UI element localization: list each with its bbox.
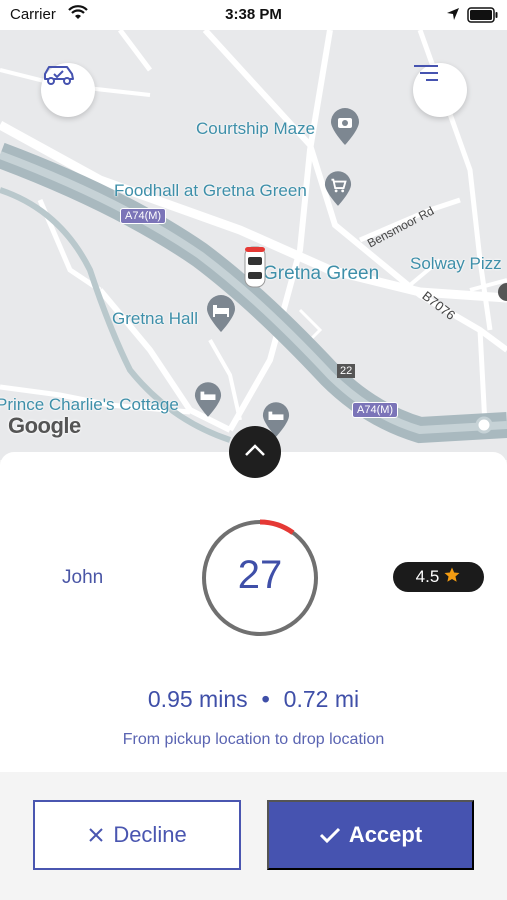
map-label-gretna-green: Gretna Green bbox=[263, 263, 380, 284]
road-badge-a74m: A74(M) bbox=[120, 208, 167, 224]
rating-value: 4.5 bbox=[415, 567, 440, 586]
accept-label: Accept bbox=[348, 822, 423, 847]
battery-icon bbox=[467, 7, 499, 28]
trip-stats: 0.95 mins • 0.72 mi bbox=[0, 686, 507, 713]
map-label-solway-pizza: Solway Pizz bbox=[410, 254, 502, 273]
driver-name: John bbox=[62, 567, 104, 588]
location-arrow-icon bbox=[446, 7, 460, 26]
map-view[interactable]: Courtship Maze Foodhall at Gretna Green … bbox=[0, 30, 507, 460]
map-label-foodhall: Foodhall at Gretna Green bbox=[114, 181, 307, 200]
map-label-courtship-maze: Courtship Maze bbox=[196, 119, 316, 138]
countdown-value: 27 bbox=[237, 553, 283, 597]
check-icon bbox=[319, 826, 341, 844]
trip-distance: 0.72 mi bbox=[283, 686, 360, 712]
accept-button[interactable]: Accept bbox=[267, 800, 474, 870]
menu-button[interactable] bbox=[413, 63, 467, 117]
clock: 3:38 PM bbox=[225, 6, 282, 23]
junction-badge: 22 bbox=[337, 364, 356, 378]
collapse-panel-button[interactable] bbox=[229, 426, 281, 478]
map-label-gretna-hall: Gretna Hall bbox=[112, 309, 198, 328]
car-check-button[interactable] bbox=[41, 63, 95, 117]
status-bar: Carrier 3:38 PM bbox=[0, 0, 507, 30]
decline-button[interactable]: Decline bbox=[33, 800, 241, 870]
stats-separator: • bbox=[261, 686, 270, 712]
decline-label: Decline bbox=[113, 822, 187, 847]
trip-description: From pickup location to drop location bbox=[122, 731, 385, 748]
chevron-up-icon bbox=[244, 443, 266, 462]
google-attribution: Google bbox=[8, 413, 81, 438]
map-label-prince-charlies-cottage: Prince Charlie's Cottage bbox=[0, 395, 179, 414]
close-icon bbox=[87, 826, 105, 844]
rating-badge: 4.5 bbox=[393, 562, 484, 592]
road-badge-a74m: A74(M) bbox=[352, 402, 399, 418]
star-icon bbox=[443, 566, 461, 589]
trip-duration: 0.95 mins bbox=[147, 686, 248, 712]
